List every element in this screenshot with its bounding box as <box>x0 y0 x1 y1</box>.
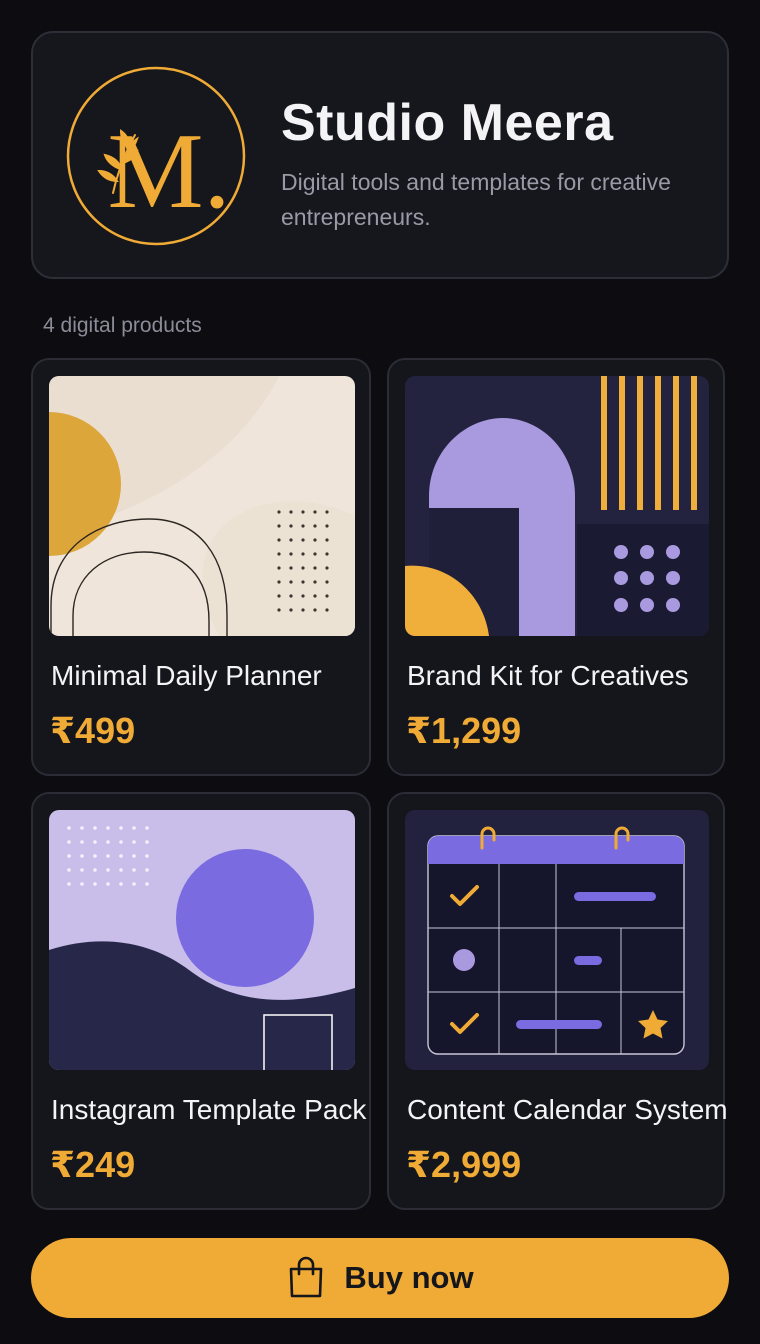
product-title: Brand Kit for Creatives <box>407 660 689 691</box>
product-title: Instagram Template Pack <box>51 1094 367 1125</box>
shopping-bag-icon <box>290 1256 323 1298</box>
product-card-instagram-template-pack[interactable]: Instagram Template Pack ₹249 <box>31 792 371 1210</box>
product-price: ₹499 <box>50 710 136 751</box>
product-thumbnail <box>405 376 709 636</box>
product-title: Minimal Daily Planner <box>51 660 322 691</box>
store-name: Studio Meera <box>281 94 614 152</box>
logo-letter: M. <box>107 112 230 231</box>
product-card-brand-kit[interactable]: Brand Kit for Creatives ₹1,299 <box>387 358 725 776</box>
product-price: ₹249 <box>50 1144 136 1185</box>
product-card-content-calendar-system[interactable]: Content Calendar System ₹2,999 <box>387 792 728 1210</box>
buy-now-button[interactable]: Buy now <box>31 1238 729 1318</box>
store-header-card: M. Studio Meera Digital tools and templa… <box>31 31 729 279</box>
product-thumbnail <box>49 376 355 636</box>
store-tagline: Digital tools and templates for creative… <box>281 169 671 230</box>
product-price: ₹2,999 <box>406 1144 522 1185</box>
product-thumbnail <box>49 810 355 1070</box>
product-count: 4 digital products <box>43 314 202 337</box>
product-price: ₹1,299 <box>406 710 522 751</box>
product-card-minimal-daily-planner[interactable]: Minimal Daily Planner ₹499 <box>31 358 371 776</box>
product-thumbnail <box>405 810 709 1070</box>
buy-now-label: Buy now <box>344 1260 474 1295</box>
studio-meera-logo: M. <box>66 66 246 246</box>
product-title: Content Calendar System <box>407 1094 728 1125</box>
